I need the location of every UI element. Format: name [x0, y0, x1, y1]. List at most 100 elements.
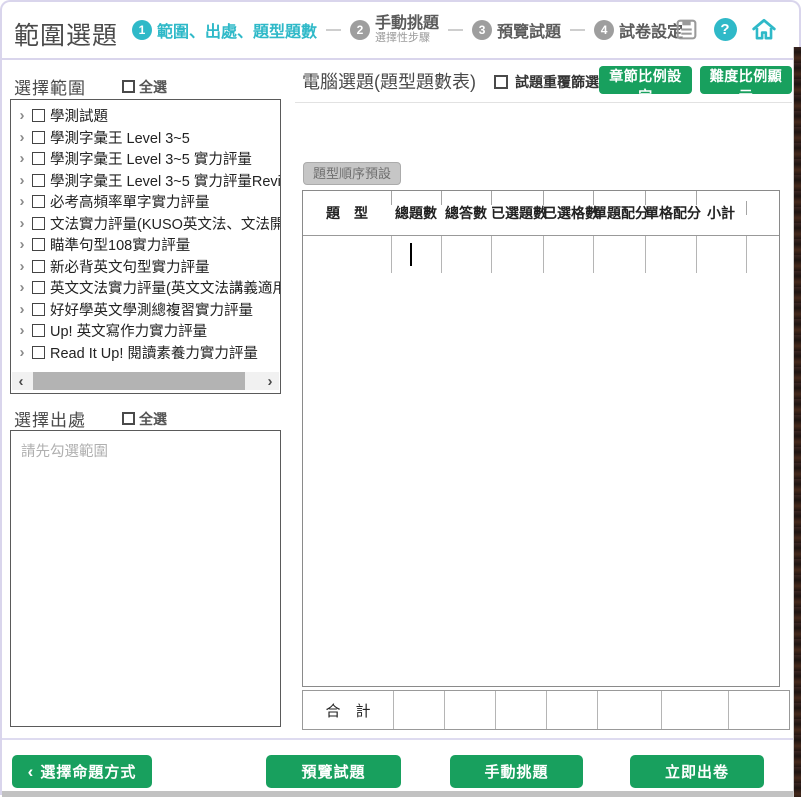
tree-item[interactable]: ›Up! 英文寫作力實力評量: [15, 320, 280, 342]
tree-horizontal-scrollbar[interactable]: ‹ ›: [12, 372, 279, 390]
step-2-sublabel: 選擇性步驟: [375, 32, 439, 44]
expand-chevron-icon[interactable]: ›: [15, 323, 29, 338]
page-title: 範圍選題: [14, 16, 118, 52]
tree-item[interactable]: › 瞄準句型108實力評量: [15, 234, 280, 256]
column-header: 總答數: [441, 203, 491, 223]
total-answers-cell[interactable]: [441, 236, 491, 273]
generate-paper-button[interactable]: 立即出卷: [630, 755, 764, 788]
tree-item-checkbox[interactable]: [32, 346, 45, 359]
tree-item[interactable]: › 好好學英文學測總複習實力評量: [15, 299, 280, 321]
page: 範圍選題 1 範圍、出處、題型題數 — 2 手動挑題 選擇性步驟 — 3 預覽試…: [0, 0, 801, 795]
range-select-all-checkbox[interactable]: [122, 80, 135, 93]
range-select-all[interactable]: 全選: [122, 77, 167, 97]
help-glyph: ?: [714, 18, 737, 41]
expand-chevron-icon[interactable]: ›: [15, 173, 29, 188]
column-header: 小計: [696, 203, 746, 223]
tree-item-label: 好好學英文學測總複習實力評量: [50, 299, 253, 320]
expand-chevron-icon[interactable]: ›: [15, 108, 29, 123]
tree-item[interactable]: › 學測字彙王 Level 3~5: [15, 127, 280, 149]
scrollbar-thumb[interactable]: [33, 372, 245, 390]
tree-item[interactable]: › 必考高頻率單字實力評量: [15, 191, 280, 213]
step-3-preview[interactable]: 3 預覽試題: [472, 18, 561, 42]
step-1-range[interactable]: 1 範圍、出處、題型題數: [132, 18, 317, 42]
summary-cell: [495, 691, 546, 729]
tree-item-checkbox[interactable]: [32, 152, 45, 165]
tree-item[interactable]: ›學測字彙王 Level 3~5 實力評量Review: [15, 170, 280, 192]
expand-chevron-icon[interactable]: ›: [15, 216, 29, 231]
duplicate-filter-label: 試題重覆篩選: [515, 72, 599, 92]
tree-item-checkbox[interactable]: [32, 174, 45, 187]
expand-chevron-icon[interactable]: ›: [15, 345, 29, 360]
tree-item-checkbox[interactable]: [32, 324, 45, 337]
tree-item-label: 必考高頻率單字實力評量: [50, 191, 210, 212]
source-placeholder: 請先勾選範圍: [11, 431, 280, 470]
source-list-panel[interactable]: 請先勾選範圍: [10, 430, 281, 727]
preview-questions-button[interactable]: 預覽試題: [266, 755, 401, 788]
tree-item-checkbox[interactable]: [32, 195, 45, 208]
duplicate-filter[interactable]: 試題重覆篩選: [494, 72, 599, 92]
tree-item-label: 新必背英文句型實力評量: [50, 256, 210, 277]
page-scrollbar[interactable]: [793, 47, 801, 797]
step-4-paper-settings[interactable]: 4 試卷設定: [594, 18, 683, 42]
back-to-method-button[interactable]: ‹ 選擇命題方式: [12, 755, 152, 788]
chapter-ratio-button[interactable]: 章節比例設定: [599, 66, 692, 94]
tree-item-checkbox[interactable]: [32, 281, 45, 294]
step-2-label: 手動挑題: [375, 15, 439, 33]
scroll-right-icon[interactable]: ›: [261, 372, 279, 390]
tree-item-checkbox[interactable]: [32, 260, 45, 273]
extra-cell[interactable]: [746, 236, 779, 273]
difficulty-ratio-button[interactable]: 難度比例顯示: [700, 66, 792, 94]
duplicate-filter-checkbox[interactable]: [494, 75, 508, 89]
selected-questions-cell[interactable]: [491, 236, 543, 273]
step-2-manual-pick[interactable]: 2 手動挑題 選擇性步驟: [350, 15, 439, 45]
tree-item-label: 學測字彙王 Level 3~5: [50, 127, 190, 148]
home-icon[interactable]: [751, 16, 777, 42]
table-row: [303, 236, 779, 273]
expand-chevron-icon[interactable]: ›: [15, 194, 29, 209]
tree-item[interactable]: ›英文文法實力評量(英文文法講義適用): [15, 277, 280, 299]
summary-cell: [728, 691, 789, 729]
tree-item-checkbox[interactable]: [32, 131, 45, 144]
tree-item-label: 瞄準句型108實力評量: [50, 234, 190, 255]
range-section-header: 選擇範圍 全選: [14, 74, 167, 99]
tree-item-checkbox[interactable]: [32, 217, 45, 230]
source-select-all[interactable]: 全選: [122, 409, 167, 429]
table-header-row: 題 型 總題數 總答數 已選題數 已選格數 單題配分 單格配分 小計: [303, 191, 779, 236]
header: 範圍選題 1 範圍、出處、題型題數 — 2 手動挑題 選擇性步驟 — 3 預覽試…: [2, 2, 799, 57]
tree-item[interactable]: ›學測字彙王 Level 3~5 實力評量: [15, 148, 280, 170]
question-type-cell[interactable]: [303, 236, 391, 273]
points-per-blank-cell[interactable]: [645, 236, 696, 273]
range-section-title: 選擇範圍: [14, 74, 86, 99]
range-tree-panel: ›學測試題 › 學測字彙王 Level 3~5 ›學測字彙王 Level 3~5 …: [10, 99, 281, 394]
subtotal-cell[interactable]: [696, 236, 746, 273]
tree-item-checkbox[interactable]: [32, 303, 45, 316]
points-per-question-cell[interactable]: [593, 236, 645, 273]
source-section-title: 選擇出處: [14, 406, 86, 431]
scroll-left-icon[interactable]: ‹: [12, 372, 30, 390]
expand-chevron-icon[interactable]: ›: [15, 237, 29, 252]
total-questions-cell[interactable]: [391, 236, 441, 273]
help-icon[interactable]: ?: [712, 16, 738, 42]
question-type-table: 題 型 總題數 總答數 已選題數 已選格數 單題配分 單格配分 小計: [302, 190, 780, 687]
save-icon[interactable]: [673, 16, 699, 42]
tree-item[interactable]: ›學測試題: [15, 105, 280, 127]
column-header: 單格配分: [645, 203, 696, 223]
step-separator: —: [324, 21, 343, 38]
expand-chevron-icon[interactable]: ›: [15, 130, 29, 145]
column-header: 已選格數: [543, 203, 593, 223]
tree-item[interactable]: › 新必背英文句型實力評量: [15, 256, 280, 278]
tree-item[interactable]: ›文法實力評量(KUSO英文法、文法開麥拉: [15, 213, 280, 235]
tree-item-checkbox[interactable]: [32, 238, 45, 251]
expand-chevron-icon[interactable]: ›: [15, 302, 29, 317]
expand-chevron-icon[interactable]: ›: [15, 259, 29, 274]
tree-item[interactable]: ›Read It Up! 閱讀素養力實力評量: [15, 342, 280, 364]
manual-pick-button[interactable]: 手動挑題: [450, 755, 583, 788]
expand-chevron-icon[interactable]: ›: [15, 151, 29, 166]
selected-blanks-cell[interactable]: [543, 236, 593, 273]
tree-item-checkbox[interactable]: [32, 109, 45, 122]
expand-chevron-icon[interactable]: ›: [15, 280, 29, 295]
source-select-all-checkbox[interactable]: [122, 412, 135, 425]
panel-divider: [295, 102, 792, 103]
summary-row: 合 計: [302, 690, 790, 730]
summary-label: 合 計: [303, 691, 393, 729]
